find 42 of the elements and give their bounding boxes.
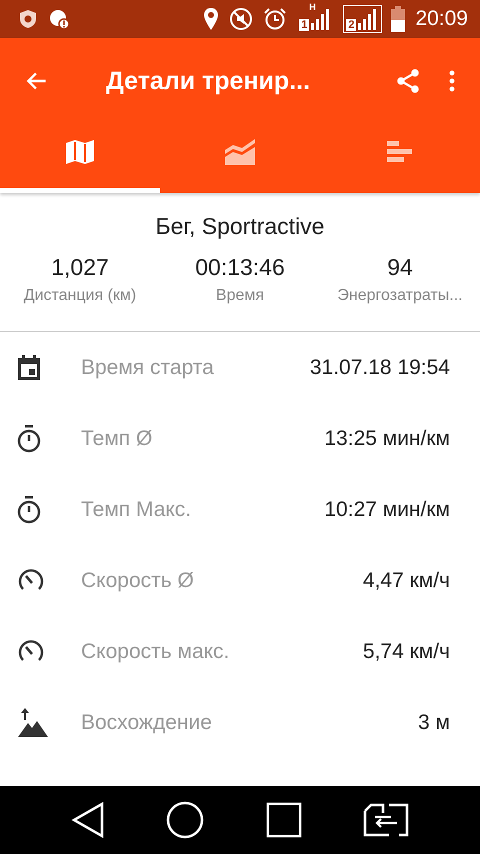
stat-value: 00:13:46: [195, 254, 285, 281]
sim-number: 1: [299, 19, 310, 31]
metric-label: Время старта: [81, 356, 215, 380]
map-icon: [65, 139, 95, 165]
stopwatch-icon: [17, 496, 41, 524]
network-type: H: [309, 2, 316, 12]
shield-icon: [18, 9, 38, 29]
mountain-icon: [17, 708, 49, 738]
area-chart-icon: [224, 138, 256, 166]
metric-label: Темп Ø: [81, 426, 154, 450]
stat-label: Время: [216, 287, 264, 305]
clock: 20:09: [415, 7, 468, 31]
workout-title: Бег, Sportractive: [156, 213, 324, 240]
stat-label: Дистанция (км): [24, 287, 136, 305]
sim-number: 2: [346, 19, 356, 31]
metric-value: 13:25 мин/км: [324, 426, 450, 450]
stat-label: Энергозатраты...: [337, 287, 463, 305]
metric-label: Скорость Ø: [81, 568, 195, 592]
back-triangle-icon: [70, 802, 105, 838]
mute-icon: [229, 7, 254, 31]
battery-icon: [391, 6, 406, 32]
sim-switch-icon: [363, 803, 410, 837]
bar-chart-icon: [387, 140, 413, 164]
alarm-icon: [263, 7, 288, 31]
alert-icon: [48, 8, 70, 30]
metric-label: Темп Макс.: [81, 498, 192, 522]
stopwatch-icon: [17, 424, 41, 452]
metric-value: 31.07.18 19:54: [310, 356, 450, 380]
metric-label: Скорость макс.: [81, 640, 230, 664]
metric-value: 3 м: [418, 710, 450, 734]
location-icon: [203, 7, 220, 31]
more-icon: [448, 69, 456, 93]
calendar-icon: [17, 354, 41, 380]
metric-value: 10:27 мин/км: [324, 498, 450, 522]
stat-value: 1,027: [51, 254, 109, 281]
metric-value: 4,47 км/ч: [362, 568, 450, 592]
metric-value: 5,74 км/ч: [362, 640, 450, 664]
screen-title: Детали тренир...: [106, 66, 312, 96]
metric-label: Восхождение: [81, 710, 213, 734]
recents-square-icon: [266, 802, 302, 838]
stat-value: 94: [387, 254, 413, 281]
home-circle-icon: [166, 801, 204, 839]
